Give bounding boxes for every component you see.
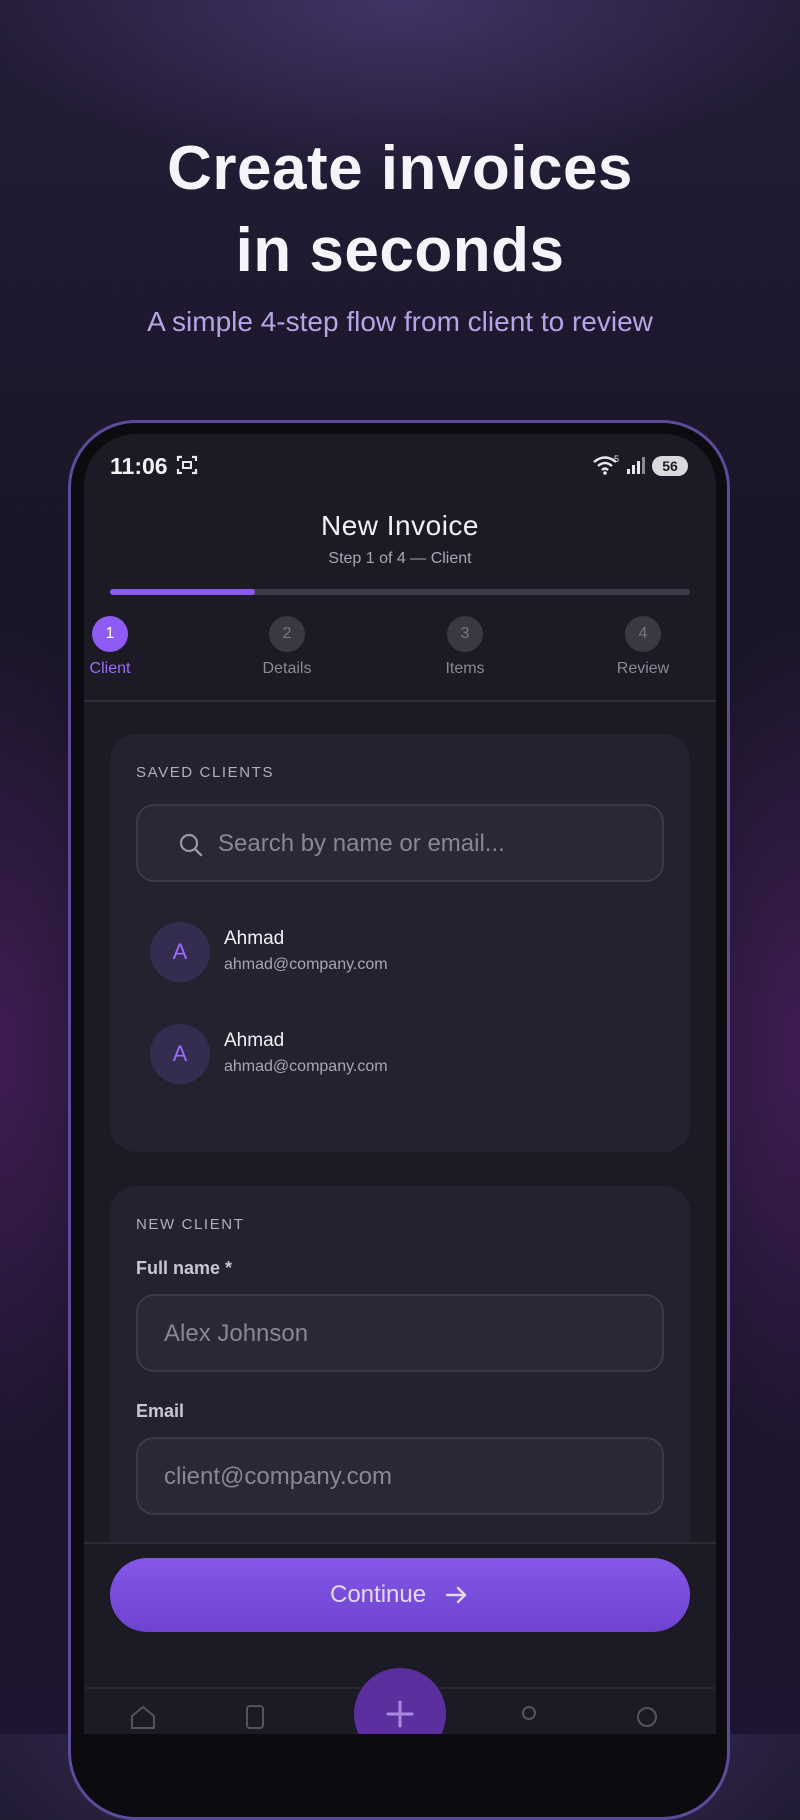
- step-label: Review: [616, 660, 670, 677]
- client-list-item[interactable]: A Ahmad ahmad@company.com: [150, 1024, 650, 1088]
- avatar: A: [150, 922, 210, 982]
- step-number: 2: [269, 616, 305, 652]
- new-client-heading: NEW CLIENT: [136, 1216, 245, 1233]
- email-placeholder: client@company.com: [164, 1463, 392, 1490]
- add-button[interactable]: [354, 1668, 446, 1734]
- wifi-badge: 5: [614, 454, 619, 464]
- step-client[interactable]: 1 Client: [84, 616, 170, 678]
- saved-clients-heading: SAVED CLIENTS: [136, 764, 275, 781]
- battery-indicator: 56: [652, 456, 688, 476]
- document-icon[interactable]: [240, 1702, 270, 1732]
- step-label: Details: [262, 660, 312, 677]
- plus-icon: [386, 1700, 414, 1728]
- client-email: ahmad@company.com: [224, 956, 388, 973]
- home-icon[interactable]: [128, 1702, 158, 1732]
- header-divider: [84, 700, 716, 702]
- step-number: 1: [92, 616, 128, 652]
- step-details[interactable]: 2 Details: [227, 616, 347, 678]
- client-search-input[interactable]: Search by name or email...: [136, 804, 664, 882]
- settings-icon[interactable]: [632, 1702, 662, 1732]
- client-list-item[interactable]: A Ahmad ahmad@company.com: [150, 922, 650, 986]
- hero-title-line1: Create invoices: [167, 134, 633, 203]
- hero-subtitle: A simple 4-step flow from client to revi…: [147, 306, 653, 337]
- wifi-icon: 5: [593, 454, 619, 475]
- arrow-right-icon: [445, 1586, 467, 1604]
- step-label: Items: [445, 660, 485, 677]
- saved-clients-card: SAVED CLIENTS Search by name or email...…: [110, 734, 690, 1152]
- full-name-placeholder: Alex Johnson: [164, 1320, 309, 1347]
- client-name: Ahmad: [224, 1030, 285, 1051]
- progress-bar: [110, 589, 690, 595]
- screenshot-icon: [176, 455, 198, 475]
- app-screen: 11:06 5 56 New Invoice Step 1 of 4 — Cli…: [84, 434, 716, 1734]
- email-field[interactable]: client@company.com: [136, 1437, 664, 1515]
- hero-title: Create invoices in seconds: [0, 128, 800, 292]
- footer-bar: Continue: [84, 1542, 716, 1734]
- status-bar: 11:06 5 56: [84, 434, 716, 498]
- step-review[interactable]: 4 Review: [583, 616, 703, 678]
- full-name-field[interactable]: Alex Johnson: [136, 1294, 664, 1372]
- step-items[interactable]: 3 Items: [405, 616, 525, 678]
- continue-label: Continue: [330, 1581, 427, 1608]
- avatar: A: [150, 1024, 210, 1084]
- search-icon: [179, 833, 203, 857]
- progress-bar-fill: [110, 589, 255, 595]
- full-name-label: Full name *: [136, 1258, 233, 1278]
- hero-title-line2: in seconds: [235, 216, 565, 285]
- search-placeholder: Search by name or email...: [218, 830, 505, 857]
- client-email: ahmad@company.com: [224, 1058, 388, 1075]
- step-label: Client: [89, 660, 131, 677]
- continue-button[interactable]: Continue: [110, 1558, 690, 1632]
- status-time: 11:06: [110, 453, 168, 479]
- page-title: New Invoice: [320, 510, 479, 541]
- step-number: 3: [447, 616, 483, 652]
- step-number: 4: [625, 616, 661, 652]
- user-icon[interactable]: [514, 1702, 544, 1732]
- step-caption: Step 1 of 4 — Client: [328, 550, 472, 567]
- signal-icon: [627, 457, 645, 474]
- client-name: Ahmad: [224, 928, 285, 949]
- email-label: Email: [136, 1401, 185, 1421]
